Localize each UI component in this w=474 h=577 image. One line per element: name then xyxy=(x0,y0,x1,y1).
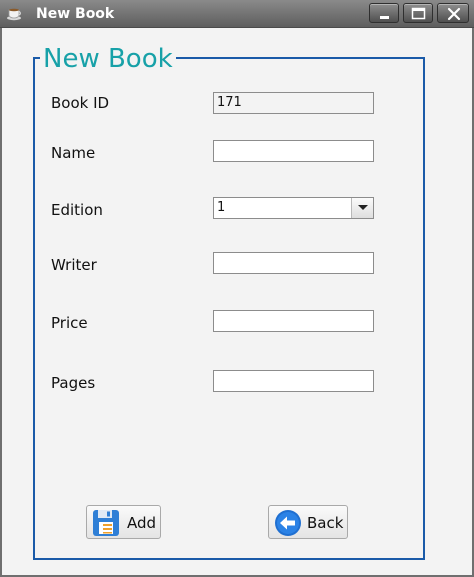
writer-field[interactable] xyxy=(213,252,374,274)
book-id-label: Book ID xyxy=(51,94,110,112)
edition-label: Edition xyxy=(51,201,103,219)
title-bar[interactable]: New Book xyxy=(0,0,474,28)
minimize-button[interactable] xyxy=(369,3,399,23)
writer-label: Writer xyxy=(51,256,97,274)
pages-field[interactable] xyxy=(213,370,374,392)
name-label: Name xyxy=(51,144,96,162)
back-arrow-icon xyxy=(275,510,301,536)
edition-select[interactable]: 1 xyxy=(213,197,374,219)
coffee-cup-icon xyxy=(6,6,24,21)
minimize-icon xyxy=(380,16,389,19)
save-icon xyxy=(93,510,119,536)
close-button[interactable] xyxy=(437,3,469,23)
book-id-field[interactable]: 171 xyxy=(213,92,374,114)
app-window: New Book New Book Book ID 171 Name Editi… xyxy=(0,0,474,577)
maximize-button[interactable] xyxy=(403,3,433,23)
maximize-icon xyxy=(411,7,426,20)
name-field[interactable] xyxy=(213,140,374,162)
back-button[interactable]: Back xyxy=(268,505,348,539)
pages-label: Pages xyxy=(51,374,96,392)
edition-value: 1 xyxy=(217,200,226,215)
price-label: Price xyxy=(51,314,88,332)
window-title: New Book xyxy=(36,6,115,22)
add-button-label: Add xyxy=(127,514,157,532)
window-client-area: New Book Book ID 171 Name Edition 1 Writ… xyxy=(2,28,472,575)
chevron-down-icon[interactable] xyxy=(351,198,373,218)
new-book-groupbox xyxy=(33,57,425,560)
close-icon xyxy=(447,7,461,21)
group-title: New Book xyxy=(40,42,176,76)
price-field[interactable] xyxy=(213,310,374,332)
back-button-label: Back xyxy=(307,514,344,532)
add-button[interactable]: Add xyxy=(86,505,161,539)
